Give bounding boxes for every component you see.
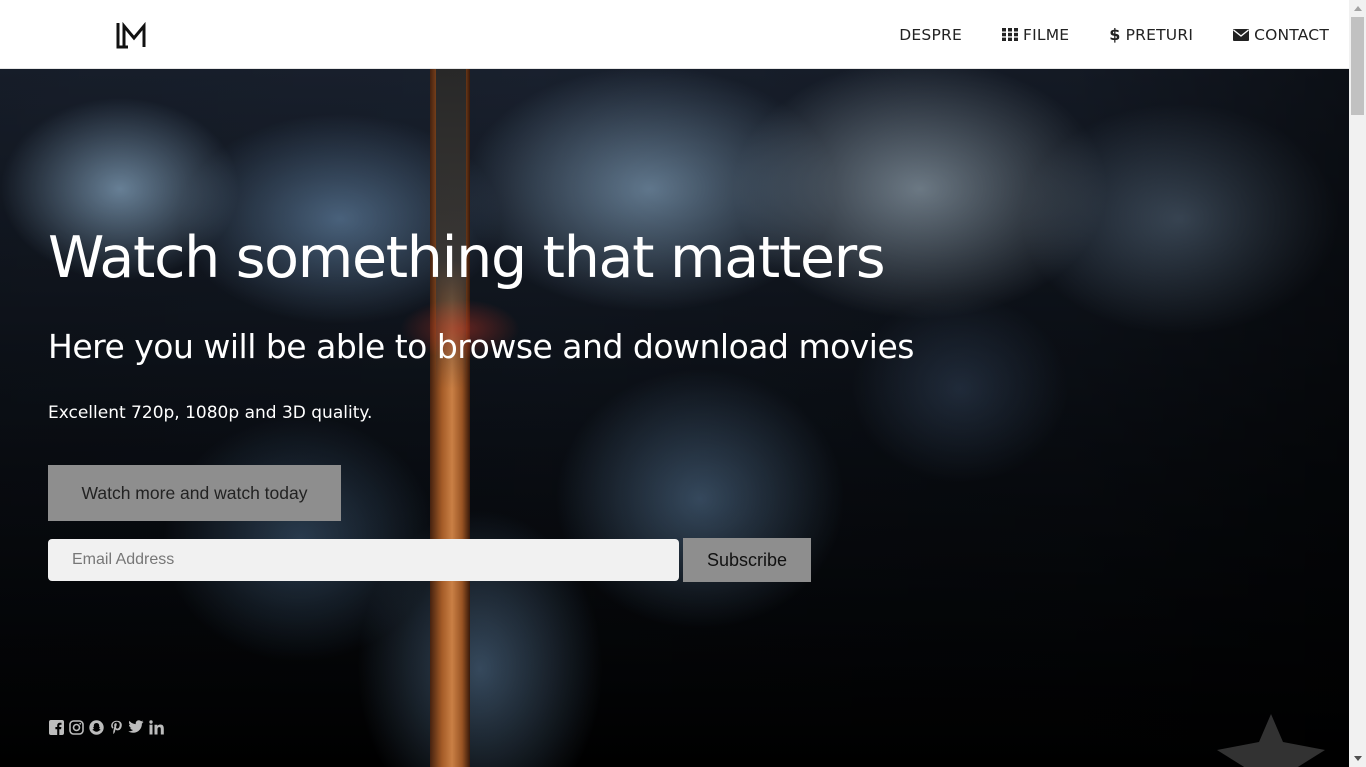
hero-subtitle: Here you will be able to browse and down… — [48, 327, 914, 366]
instagram-icon[interactable] — [68, 719, 84, 735]
nav-preturi[interactable]: $ PRETURI — [1109, 25, 1193, 44]
logo-mark — [116, 21, 146, 49]
dollar-icon: $ — [1109, 25, 1121, 44]
site-logo[interactable] — [116, 20, 148, 50]
email-input[interactable] — [48, 539, 679, 581]
nav-preturi-label: PRETURI — [1125, 25, 1194, 44]
main-nav: DESPRE FILME $ PRETURI CONTACT — [859, 0, 1329, 69]
star-badge-icon — [1215, 714, 1327, 767]
nav-contact-label: CONTACT — [1254, 25, 1329, 44]
nav-despre-label: DESPRE — [899, 25, 962, 44]
pinterest-icon[interactable] — [108, 719, 124, 735]
nav-filme[interactable]: FILME — [1001, 25, 1070, 44]
scroll-down-arrow-icon[interactable] — [1349, 750, 1366, 767]
hero-title: Watch something that matters — [48, 225, 886, 291]
top-navbar: DESPRE FILME $ PRETURI CONTACT — [0, 0, 1349, 69]
facebook-icon[interactable] — [48, 719, 64, 735]
page-scrollbar[interactable] — [1349, 0, 1366, 767]
envelope-icon — [1233, 28, 1250, 41]
grid-icon — [1001, 28, 1018, 41]
nav-filme-label: FILME — [1022, 25, 1070, 44]
snapchat-icon[interactable] — [88, 719, 104, 735]
social-links — [48, 719, 164, 735]
linkedin-icon[interactable] — [148, 719, 164, 735]
hero-tagline: Excellent 720p, 1080p and 3D quality. — [48, 403, 373, 423]
subscribe-button[interactable]: Subscribe — [683, 538, 811, 582]
hero-section: Watch something that matters Here you wi… — [0, 69, 1349, 767]
nav-despre[interactable]: DESPRE — [899, 26, 962, 44]
twitter-icon[interactable] — [128, 719, 144, 735]
nav-contact[interactable]: CONTACT — [1233, 26, 1329, 44]
watch-more-button[interactable]: Watch more and watch today — [48, 465, 341, 521]
scroll-up-arrow-icon[interactable] — [1349, 0, 1366, 17]
scrollbar-thumb[interactable] — [1351, 17, 1364, 115]
